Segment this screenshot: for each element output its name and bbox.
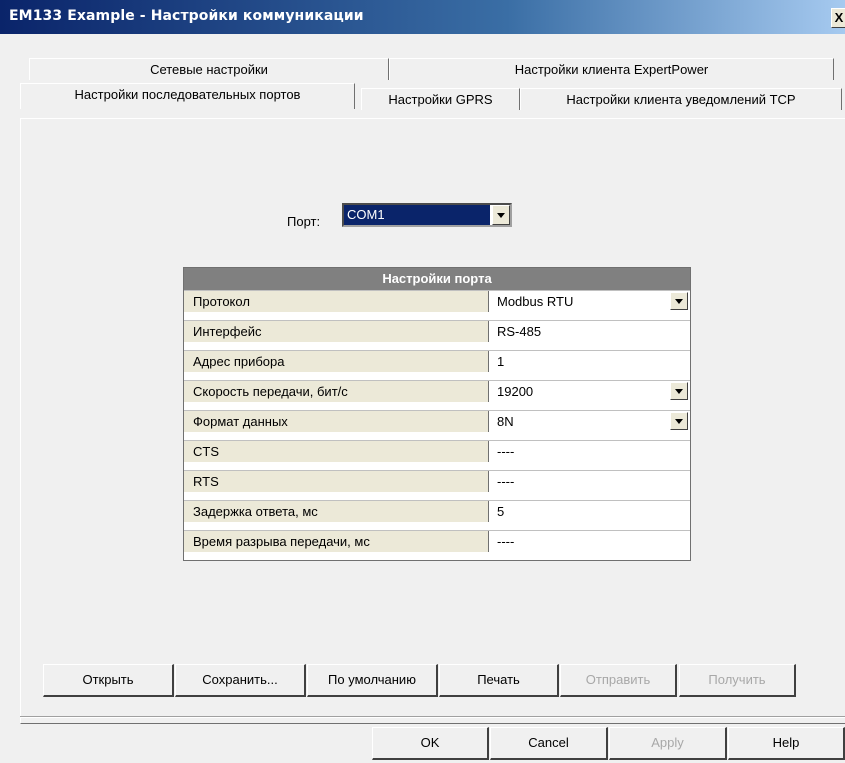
title-bar: EM133 Example - Настройки коммуникации X: [0, 0, 845, 34]
grid-row-label: Задержка ответа, мс: [184, 501, 489, 522]
data-format-dropdown-button[interactable]: [670, 412, 688, 430]
grid-row-cts[interactable]: CTS ----: [184, 440, 690, 462]
receive-button[interactable]: Получить: [679, 664, 796, 697]
grid-row-value[interactable]: ----: [497, 471, 657, 492]
tab-gprs[interactable]: Настройки GPRS: [361, 88, 520, 110]
save-button[interactable]: Сохранить...: [175, 664, 306, 697]
port-settings-grid: Настройки порта Протокол Modbus RTU Инте…: [183, 267, 691, 561]
port-select[interactable]: COM1: [342, 203, 512, 227]
grid-header: Настройки порта: [184, 268, 690, 290]
port-select-arrow[interactable]: [492, 205, 510, 225]
grid-row-break-time[interactable]: Время разрыва передачи, мс ----: [184, 530, 690, 552]
chevron-down-icon: [675, 419, 683, 424]
grid-row-label: CTS: [184, 441, 489, 462]
grid-row-value[interactable]: 8N: [497, 411, 657, 432]
apply-button[interactable]: Apply: [609, 727, 727, 760]
grid-row-label: Протокол: [184, 291, 489, 312]
grid-row-label: Формат данных: [184, 411, 489, 432]
grid-row-label: Адрес прибора: [184, 351, 489, 372]
port-select-value: COM1: [344, 205, 490, 225]
chevron-down-icon: [497, 213, 505, 218]
close-button[interactable]: X: [831, 8, 845, 28]
tab-serial-ports[interactable]: Настройки последовательных портов: [20, 83, 355, 109]
protocol-dropdown-button[interactable]: [670, 292, 688, 310]
grid-row-data-format[interactable]: Формат данных 8N: [184, 410, 690, 432]
cancel-button[interactable]: Cancel: [490, 727, 608, 760]
tab-expertpower-client[interactable]: Настройки клиента ExpertPower: [389, 58, 834, 80]
grid-row-value[interactable]: ----: [497, 441, 657, 462]
tab-network-settings[interactable]: Сетевые настройки: [29, 58, 389, 80]
grid-row-value[interactable]: 5: [497, 501, 657, 522]
open-button[interactable]: Открыть: [43, 664, 174, 697]
default-button[interactable]: По умолчанию: [307, 664, 438, 697]
grid-row-baud-rate[interactable]: Скорость передачи, бит/с 19200: [184, 380, 690, 402]
grid-row-value[interactable]: ----: [497, 531, 657, 552]
port-label: Порт:: [287, 214, 321, 229]
help-button[interactable]: Help: [728, 727, 845, 760]
grid-row-label: Интерфейс: [184, 321, 489, 342]
grid-row-value[interactable]: 1: [497, 351, 657, 372]
grid-row-label: Время разрыва передачи, мс: [184, 531, 489, 552]
grid-row-device-address[interactable]: Адрес прибора 1: [184, 350, 690, 372]
ok-button[interactable]: OK: [372, 727, 489, 760]
grid-row-response-delay[interactable]: Задержка ответа, мс 5: [184, 500, 690, 522]
grid-row-rts[interactable]: RTS ----: [184, 470, 690, 492]
print-button[interactable]: Печать: [439, 664, 559, 697]
grid-row-label: Скорость передачи, бит/с: [184, 381, 489, 402]
grid-row-label: RTS: [184, 471, 489, 492]
dialog-window: EM133 Example - Настройки коммуникации X…: [0, 0, 845, 763]
grid-row-protocol[interactable]: Протокол Modbus RTU: [184, 290, 690, 312]
grid-row-value[interactable]: 19200: [497, 381, 657, 402]
grid-row-value[interactable]: RS-485: [497, 321, 657, 342]
chevron-down-icon: [675, 389, 683, 394]
send-button[interactable]: Отправить: [560, 664, 677, 697]
dialog-divider: [20, 716, 845, 718]
chevron-down-icon: [675, 299, 683, 304]
tab-tcp-notification-client[interactable]: Настройки клиента уведомлений TCP: [520, 88, 842, 110]
window-title: EM133 Example - Настройки коммуникации: [9, 8, 364, 24]
baud-rate-dropdown-button[interactable]: [670, 382, 688, 400]
grid-row-value[interactable]: Modbus RTU: [497, 291, 657, 312]
grid-row-interface[interactable]: Интерфейс RS-485: [184, 320, 690, 342]
